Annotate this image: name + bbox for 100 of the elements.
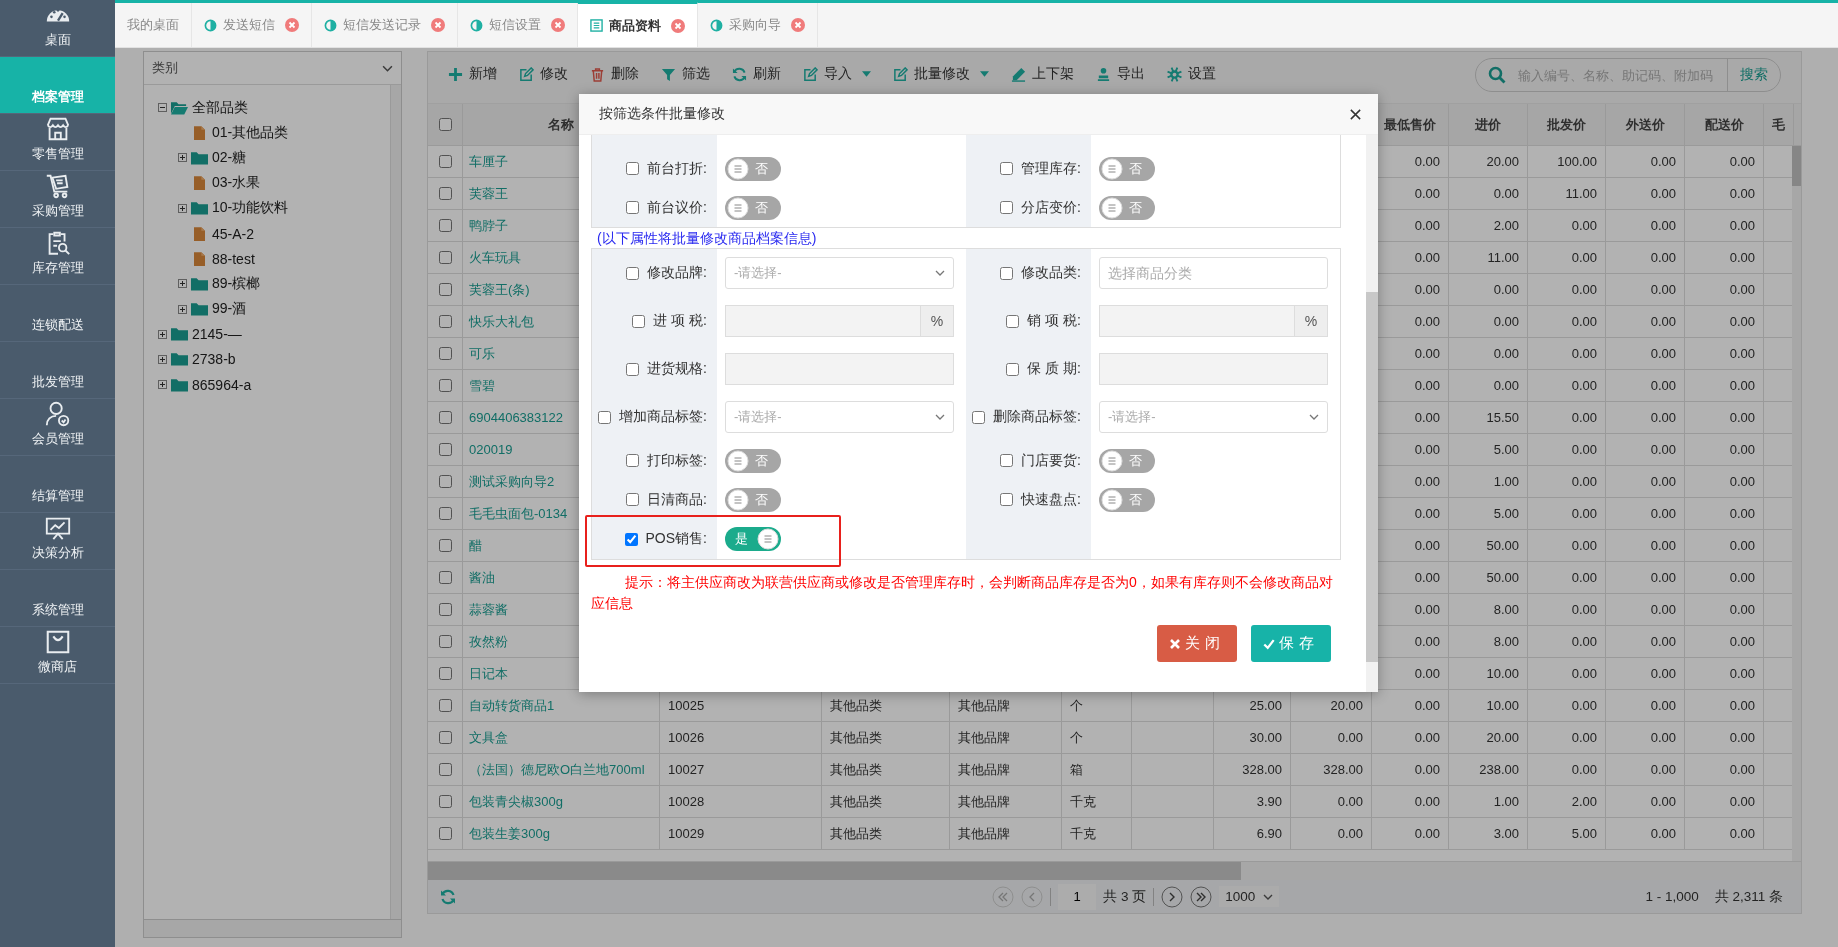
select-all-checkbox[interactable]	[438, 118, 452, 131]
collapse-icon[interactable]	[158, 103, 167, 113]
toggle-knob-icon[interactable]	[1101, 449, 1123, 472]
checkbox[interactable]	[1000, 266, 1014, 280]
row-checkbox[interactable]	[438, 827, 452, 840]
row-checkbox[interactable]	[438, 699, 452, 712]
row-checkbox[interactable]	[438, 443, 452, 456]
tree-node-label[interactable]: 10-功能饮料	[212, 199, 289, 218]
tree-node-label[interactable]: 45-A-2	[212, 225, 255, 242]
tab[interactable]: 采购向导	[698, 3, 818, 47]
toolbar-button[interactable]: 修改	[513, 62, 574, 86]
tree-node-label[interactable]: 2145-—	[192, 326, 242, 343]
scrollbar[interactable]	[144, 920, 401, 937]
column-header[interactable]: 配送价	[1685, 104, 1764, 145]
checkbox[interactable]	[624, 532, 638, 546]
row-checkbox[interactable]	[438, 475, 452, 488]
tree-node-label[interactable]: 89-槟榔	[212, 274, 261, 293]
tree-node-label[interactable]: 02-糖	[212, 148, 247, 167]
tree-node-label[interactable]: 2738-b	[192, 351, 236, 368]
checkbox[interactable]	[626, 162, 640, 175]
refresh-icon[interactable]	[440, 888, 456, 905]
toolbar-button[interactable]: 刷新	[726, 62, 787, 86]
toggle-knob-icon[interactable]	[727, 157, 749, 180]
next-page-button[interactable]	[1161, 885, 1184, 908]
expand-icon[interactable]	[158, 354, 167, 364]
checkbox[interactable]	[1000, 493, 1014, 506]
column-header[interactable]: 外送价	[1606, 104, 1685, 145]
expand-icon[interactable]	[178, 304, 187, 314]
row-checkbox[interactable]	[438, 571, 452, 584]
row-checkbox[interactable]	[438, 315, 452, 328]
page-number-field[interactable]: 1	[1058, 883, 1097, 910]
last-page-button[interactable]	[1190, 885, 1213, 908]
column-header[interactable]: 进价	[1449, 104, 1528, 145]
scrollbar[interactable]	[390, 85, 401, 919]
tree-node-label[interactable]: 99-酒	[212, 300, 247, 319]
checkbox[interactable]	[626, 493, 640, 506]
tree-node-label[interactable]: 01-其他品类	[212, 123, 289, 142]
product-name-link[interactable]: 包装生姜300g	[463, 818, 660, 849]
checkbox[interactable]	[626, 454, 640, 467]
expand-icon[interactable]	[178, 279, 187, 289]
row-checkbox[interactable]	[438, 507, 452, 520]
close-icon[interactable]	[1349, 107, 1362, 121]
checkbox[interactable]	[626, 266, 640, 280]
product-name-link[interactable]: 包装青尖椒300g	[463, 786, 660, 817]
toggle-knob-icon[interactable]	[727, 488, 749, 511]
toggle-switch[interactable]: 是	[725, 527, 781, 551]
close-button[interactable]: 关闭	[1157, 625, 1237, 662]
row-checkbox[interactable]	[438, 603, 452, 616]
tab[interactable]: 商品资料	[578, 2, 698, 47]
row-checkbox[interactable]	[438, 763, 452, 776]
expand-icon[interactable]	[158, 329, 167, 339]
checkbox[interactable]	[626, 201, 640, 214]
toolbar-button[interactable]: 上下架	[1005, 62, 1080, 86]
checkbox[interactable]	[1000, 162, 1014, 175]
row-checkbox[interactable]	[438, 283, 452, 296]
column-header[interactable]: 批发价	[1528, 104, 1606, 145]
row-checkbox[interactable]	[438, 411, 452, 424]
tab[interactable]: 发送短信	[192, 3, 312, 47]
toggle-knob-icon[interactable]	[727, 196, 749, 219]
toggle-knob-icon[interactable]	[1101, 488, 1123, 511]
tab[interactable]: 短信发送记录	[312, 3, 458, 47]
toggle-knob-icon[interactable]	[727, 449, 749, 472]
tree-node-label[interactable]: 88-test	[212, 250, 255, 267]
toolbar-button[interactable]: 删除	[584, 62, 645, 86]
tree-node-label[interactable]: 全部品类	[192, 98, 248, 117]
page-size-select[interactable]: 1000	[1219, 886, 1280, 907]
input-field[interactable]: 选择商品分类	[1099, 257, 1328, 289]
toolbar-button[interactable]: 导出	[1090, 62, 1151, 86]
row-checkbox[interactable]	[438, 155, 452, 168]
row-checkbox[interactable]	[438, 795, 452, 808]
checkbox[interactable]	[598, 410, 612, 424]
toggle-knob-icon[interactable]	[1101, 157, 1123, 180]
row-checkbox[interactable]	[438, 219, 452, 232]
row-checkbox[interactable]	[438, 347, 452, 360]
scrollbar[interactable]	[1792, 146, 1801, 861]
expand-icon[interactable]	[178, 153, 187, 163]
row-checkbox[interactable]	[438, 187, 452, 200]
toggle-knob-icon[interactable]	[1101, 196, 1123, 219]
row-checkbox[interactable]	[438, 731, 452, 744]
row-checkbox[interactable]	[438, 539, 452, 552]
tab[interactable]: 我的桌面	[115, 3, 192, 47]
checkbox[interactable]	[1000, 454, 1014, 467]
scrollbar[interactable]	[1366, 135, 1378, 692]
checkbox[interactable]	[1000, 201, 1014, 214]
row-checkbox[interactable]	[438, 667, 452, 680]
product-name-link[interactable]: （法国）德尼欧O白兰地700ml	[463, 754, 660, 785]
tree-node-label[interactable]: 03-水果	[212, 174, 261, 193]
toolbar-button[interactable]: 筛选	[655, 62, 716, 86]
toolbar-button[interactable]: 新增	[442, 62, 503, 86]
tree-node-label[interactable]: 865964-a	[192, 376, 252, 393]
toggle-knob-icon[interactable]	[757, 528, 779, 550]
toolbar-button[interactable]: 批量修改	[887, 62, 995, 86]
column-header[interactable]: 毛	[1764, 104, 1794, 145]
expand-icon[interactable]	[158, 380, 167, 390]
row-checkbox[interactable]	[438, 251, 452, 264]
expand-icon[interactable]	[178, 203, 187, 213]
toolbar-button[interactable]: 导入	[797, 62, 877, 86]
row-checkbox[interactable]	[438, 379, 452, 392]
scrollbar[interactable]	[428, 861, 1801, 880]
toolbar-button[interactable]: 设置	[1161, 62, 1222, 86]
